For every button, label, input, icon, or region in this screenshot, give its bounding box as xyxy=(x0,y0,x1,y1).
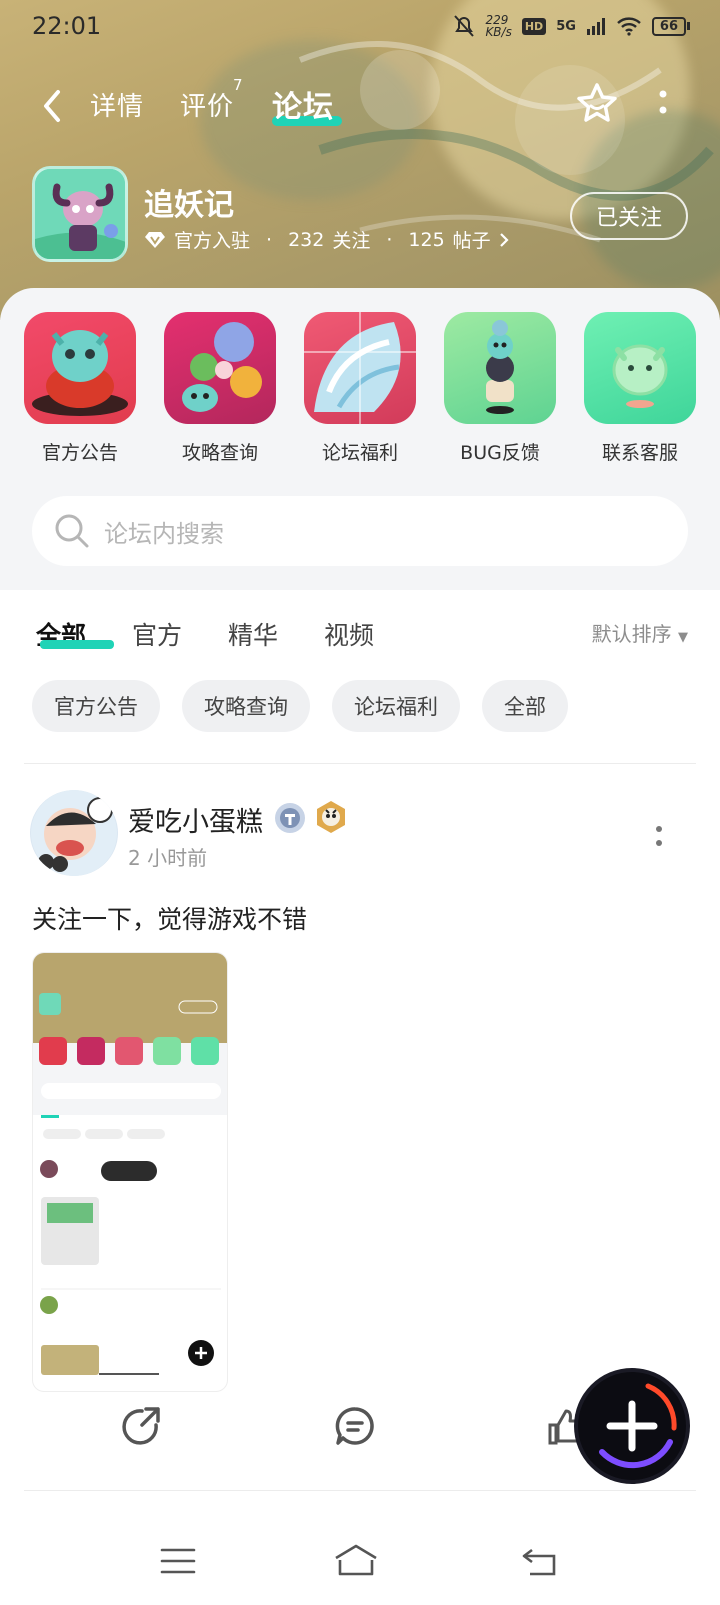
system-nav-bar xyxy=(0,1520,720,1605)
favorite-star-icon[interactable] xyxy=(574,80,620,126)
caret-down-icon: ▼ xyxy=(678,630,688,645)
forum-panel: 官方公告 攻略查询 论坛福利 BUG反馈 联系客服 论坛内搜索 xyxy=(0,288,720,590)
posts-count: 125 xyxy=(408,228,445,251)
menu-icon[interactable] xyxy=(160,1546,196,1576)
back-arrow-icon[interactable] xyxy=(38,86,68,126)
shortcut-guide[interactable]: 攻略查询 xyxy=(164,312,276,465)
game-header: 追妖记 官方入驻 · 232 关注 · 125 帖子 已关注 xyxy=(0,166,720,266)
shortcut-label: 联系客服 xyxy=(601,442,678,464)
followed-button[interactable]: 已关注 xyxy=(570,192,688,240)
signal-icon xyxy=(586,18,605,35)
shortcut-label: BUG反馈 xyxy=(460,442,540,464)
shortcut-bug-report[interactable]: BUG反馈 xyxy=(444,312,556,465)
user-level-badge-icon xyxy=(275,803,305,833)
create-post-button[interactable] xyxy=(578,1372,686,1480)
shortcut-customer-service[interactable]: 联系客服 xyxy=(584,312,696,465)
avatar[interactable] xyxy=(30,790,118,876)
plus-icon xyxy=(599,1383,677,1469)
tab-forum[interactable]: 论坛 xyxy=(272,82,334,126)
chip-guide[interactable]: 攻略查询 xyxy=(182,680,310,732)
filter-tab-official[interactable]: 官方 xyxy=(132,616,182,652)
share-icon[interactable] xyxy=(120,1405,162,1447)
chevron-right-icon[interactable] xyxy=(499,232,509,248)
chip-announcement[interactable]: 官方公告 xyxy=(32,680,160,732)
wifi-icon xyxy=(617,17,641,36)
status-time: 22:01 xyxy=(32,12,102,40)
divider xyxy=(24,763,696,764)
meta-separator: · xyxy=(266,228,273,251)
bug-report-icon xyxy=(444,312,556,424)
sort-label: 默认排序 xyxy=(591,622,672,646)
shortcut-label: 论坛福利 xyxy=(321,442,398,464)
post-image[interactable] xyxy=(32,952,228,1392)
shortcut-welfare[interactable]: 论坛福利 xyxy=(304,312,416,465)
post-more-icon[interactable] xyxy=(654,824,664,848)
game-app-icon[interactable] xyxy=(32,166,128,262)
welfare-icon xyxy=(304,312,416,424)
shortcut-label: 官方公告 xyxy=(41,442,118,464)
announcement-icon xyxy=(24,312,136,424)
meta-separator: · xyxy=(386,228,393,251)
home-icon[interactable] xyxy=(332,1542,380,1578)
guide-icon xyxy=(164,312,276,424)
mute-bell-icon xyxy=(454,15,475,37)
search-icon xyxy=(55,514,89,548)
post-filter: 全部 官方 精华 视频 默认排序 ▼ 官方公告 攻略查询 论坛福利 全部 xyxy=(0,590,720,740)
followers-label: 关注 xyxy=(332,230,371,252)
tab-reviews[interactable]: 评价 xyxy=(180,86,234,123)
diamond-icon xyxy=(145,231,165,248)
hd-badge: HD xyxy=(521,17,547,35)
status-icons: 229 KB/s HD 5G 66 xyxy=(453,14,690,38)
shortcut-announcement[interactable]: 官方公告 xyxy=(24,312,136,465)
divider xyxy=(24,1490,696,1491)
user-medal-badge-icon xyxy=(317,801,345,833)
filter-tab-video[interactable]: 视频 xyxy=(324,616,374,652)
tab-details[interactable]: 详情 xyxy=(90,86,144,123)
official-label: 官方入驻 xyxy=(174,230,251,252)
game-title: 追妖记 xyxy=(144,188,234,223)
post-time: 2 小时前 xyxy=(128,846,208,870)
sort-dropdown[interactable]: 默认排序 ▼ xyxy=(592,618,688,647)
shortcut-label: 攻略查询 xyxy=(181,442,258,464)
battery-icon: 66 xyxy=(651,16,690,36)
post-text: 关注一下，觉得游戏不错 xyxy=(32,905,308,934)
more-options-icon[interactable] xyxy=(656,84,670,124)
comment-icon[interactable] xyxy=(334,1405,376,1447)
search-placeholder: 论坛内搜索 xyxy=(104,519,224,548)
post-username[interactable]: 爱吃小蛋糕 xyxy=(128,800,263,839)
filter-tab-featured[interactable]: 精华 xyxy=(228,616,278,652)
followers-count: 232 xyxy=(288,228,325,251)
customer-service-icon xyxy=(584,312,696,424)
status-bar: 22:01 229 KB/s HD 5G 66 xyxy=(0,0,720,56)
posts-label[interactable]: 帖子 xyxy=(453,226,491,253)
reviews-count-badge: 7 xyxy=(233,76,243,94)
net-speed: 229 KB/s xyxy=(485,13,512,39)
top-nav: 详情 评价 7 论坛 xyxy=(0,76,720,136)
chip-all[interactable]: 全部 xyxy=(482,680,568,732)
signal-label: 5G xyxy=(556,18,576,34)
filter-active-indicator xyxy=(40,640,114,649)
game-meta: 官方入驻 · 232 关注 · 125 帖子 xyxy=(144,226,509,253)
chip-welfare[interactable]: 论坛福利 xyxy=(332,680,460,732)
back-icon[interactable] xyxy=(520,1546,560,1578)
forum-search-bar[interactable]: 论坛内搜索 xyxy=(32,496,688,566)
